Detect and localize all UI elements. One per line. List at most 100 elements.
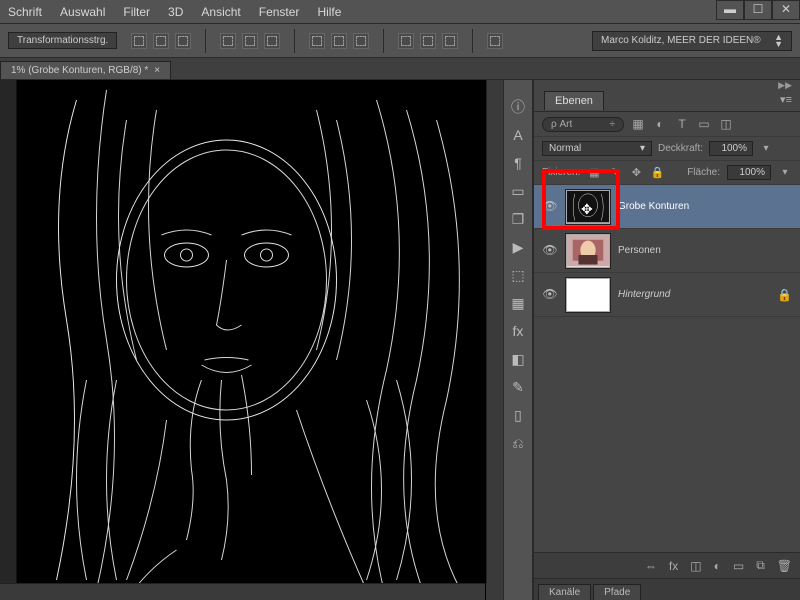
link-layers-icon[interactable]: ⇔ [645,559,657,573]
separator [205,29,206,53]
align-group-1 [131,33,191,49]
opacity-input[interactable]: 100% [709,141,753,156]
adjustment-layer-icon[interactable]: ◐ [714,559,721,573]
layer-filter-select[interactable]: ρ Art÷ [542,117,624,132]
layer-name[interactable]: Hintergrund [618,289,670,300]
scroll-corner [486,583,503,600]
arrangement-group [487,33,503,49]
channels-tab[interactable]: Kanäle [538,584,591,600]
document-tab[interactable]: 1% (Grobe Konturen, RGB/8) * × [0,61,171,79]
collapsed-panel-dock: ⓘ A ¶ ▭ ❐ ▶ ⬚ ▦ fx ◧ ✎ ▯ ⎌ [503,80,533,600]
layer-thumbnail[interactable] [566,234,610,268]
distribute-group-2 [398,33,458,49]
layers-list: 👁 ✥ Grobe Konturen 👁 Personen 👁 Hintergr… [534,185,800,552]
panel-icon[interactable]: ▭ [509,182,527,200]
distribute-icon[interactable] [420,33,436,49]
swatches-panel-icon[interactable]: ⬚ [509,266,527,284]
separator [383,29,384,53]
canvas-viewport[interactable]: ◀◀ [0,80,503,600]
styles-panel-icon[interactable]: fx [509,322,527,340]
layers-panel-tab: Ebenen ▾≡ [534,90,800,112]
layer-fx-icon[interactable]: fx [669,559,678,573]
panel-icon[interactable]: ▯ [509,406,527,424]
separator [472,29,473,53]
menu-item[interactable]: Fenster [259,5,300,19]
document-title: 1% (Grobe Konturen, RGB/8) * [11,65,148,76]
grid-panel-icon[interactable]: ▦ [509,294,527,312]
menu-item[interactable]: Schrift [8,5,42,19]
document-tabs: 1% (Grobe Konturen, RGB/8) * × [0,58,800,80]
visibility-toggle-icon[interactable]: 👁 [542,287,558,303]
window-maximize-button[interactable]: ☐ [744,0,772,20]
close-tab-icon[interactable]: × [154,65,160,76]
align-icon[interactable] [264,33,280,49]
opacity-label: Deckkraft: [658,143,703,154]
distribute-icon[interactable] [309,33,325,49]
menu-item[interactable]: Ansicht [201,5,240,19]
info-icon[interactable]: ⓘ [509,98,527,116]
layer-filter-row: ρ Art÷ ▦ ◐ T ▭ ◫ [534,112,800,137]
separator [294,29,295,53]
delete-layer-icon[interactable]: 🗑 [777,559,792,573]
filter-type-icon[interactable]: T [674,116,690,132]
lock-position-icon[interactable]: ✥ [629,166,643,180]
tutorial-highlight-box [542,169,620,230]
align-icon[interactable] [242,33,258,49]
distribute-icon[interactable] [442,33,458,49]
layer-name[interactable]: Grobe Konturen [618,201,689,212]
menu-item[interactable]: Filter [123,5,150,19]
align-group-2 [220,33,280,49]
main-menu-bar: Schrift Auswahl Filter 3D Ansicht Fenste… [0,0,800,24]
blend-mode-select[interactable]: Normal▾ [542,141,652,156]
distribute-group-1 [309,33,369,49]
layer-thumbnail[interactable] [566,278,610,312]
play-icon[interactable]: ▶ [509,238,527,256]
layers-tab-button[interactable]: Ebenen [544,91,604,110]
arrange-icon[interactable] [487,33,503,49]
visibility-toggle-icon[interactable]: 👁 [542,243,558,259]
distribute-icon[interactable] [331,33,347,49]
layers-panel-footer: ⇔ fx ◫ ◐ ▭ ⧉ 🗑 [534,552,800,578]
panel-icon[interactable]: ⎌ [509,434,527,452]
menu-item[interactable]: Hilfe [317,5,341,19]
bottom-panel-tabs: Kanäle Pfade [534,578,800,600]
opacity-stepper[interactable]: ▾ [759,143,773,154]
paragraph-panel-icon[interactable]: ¶ [509,154,527,172]
workspace-selector[interactable]: Marco Kolditz, MEER DER IDEEN® ▲▼ [592,31,792,51]
layer-name[interactable]: Personen [618,245,661,256]
brush-panel-icon[interactable]: ✎ [509,378,527,396]
align-icon[interactable] [175,33,191,49]
distribute-icon[interactable] [398,33,414,49]
paths-tab[interactable]: Pfade [593,584,641,600]
layer-mask-icon[interactable]: ◫ [690,559,701,573]
panel-icon[interactable]: ❐ [509,210,527,228]
vertical-scrollbar[interactable] [486,80,503,583]
fill-input[interactable]: 100% [727,165,771,180]
lock-all-icon[interactable]: 🔒 [650,166,664,180]
fill-stepper[interactable]: ▾ [778,167,792,178]
new-layer-icon[interactable]: ⧉ [756,558,765,573]
panel-menu-icon[interactable]: ▾≡ [780,93,792,106]
align-icon[interactable] [153,33,169,49]
horizontal-scrollbar[interactable] [0,583,485,600]
menu-item[interactable]: 3D [168,5,183,19]
adjustments-panel-icon[interactable]: ◧ [509,350,527,368]
character-panel-icon[interactable]: A [509,126,527,144]
layer-row[interactable]: 👁 Personen [534,229,800,273]
blend-opacity-row: Normal▾ Deckkraft: 100% ▾ [534,137,800,161]
align-icon[interactable] [220,33,236,49]
layer-row[interactable]: 👁 Hintergrund 🔒 [534,273,800,317]
filter-adjust-icon[interactable]: ◐ [652,116,668,132]
group-icon[interactable]: ▭ [733,559,744,573]
transform-controls-toggle[interactable]: Transformationsstrg. [8,32,117,49]
filter-pixel-icon[interactable]: ▦ [630,116,646,132]
distribute-icon[interactable] [353,33,369,49]
filter-smart-icon[interactable]: ◫ [718,116,734,132]
window-close-button[interactable]: ✕ [772,0,800,20]
window-minimize-button[interactable]: ▬ [716,0,744,20]
menu-item[interactable]: Auswahl [60,5,105,19]
align-icon[interactable] [131,33,147,49]
options-bar: Transformationsstrg. Marco Kolditz, MEER… [0,24,800,58]
right-panel-dock: ▶▶ Ebenen ▾≡ ρ Art÷ ▦ ◐ T ▭ ◫ Normal▾ De… [533,80,800,600]
filter-shape-icon[interactable]: ▭ [696,116,712,132]
